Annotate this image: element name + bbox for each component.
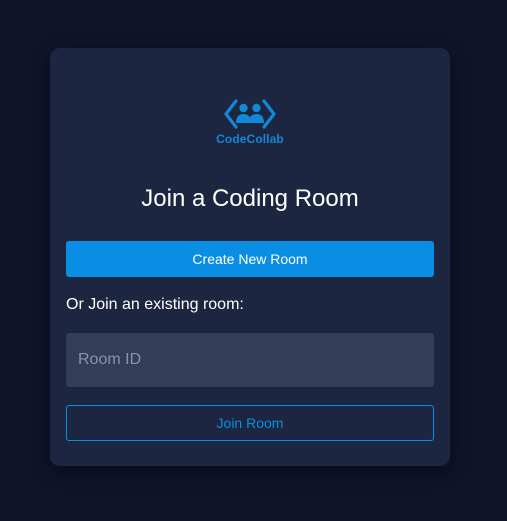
room-id-input[interactable] <box>66 333 434 387</box>
join-room-card: CodeCollab Join a Coding Room Create New… <box>50 48 450 466</box>
join-existing-label: Or Join an existing room: <box>66 296 244 313</box>
page-title: Join a Coding Room <box>141 185 359 212</box>
join-room-button[interactable]: Join Room <box>66 405 434 441</box>
code-users-icon <box>224 99 276 129</box>
brand-name: CodeCollab <box>216 132 284 146</box>
brand-logo: CodeCollab <box>50 98 450 146</box>
create-room-button[interactable]: Create New Room <box>66 241 434 277</box>
